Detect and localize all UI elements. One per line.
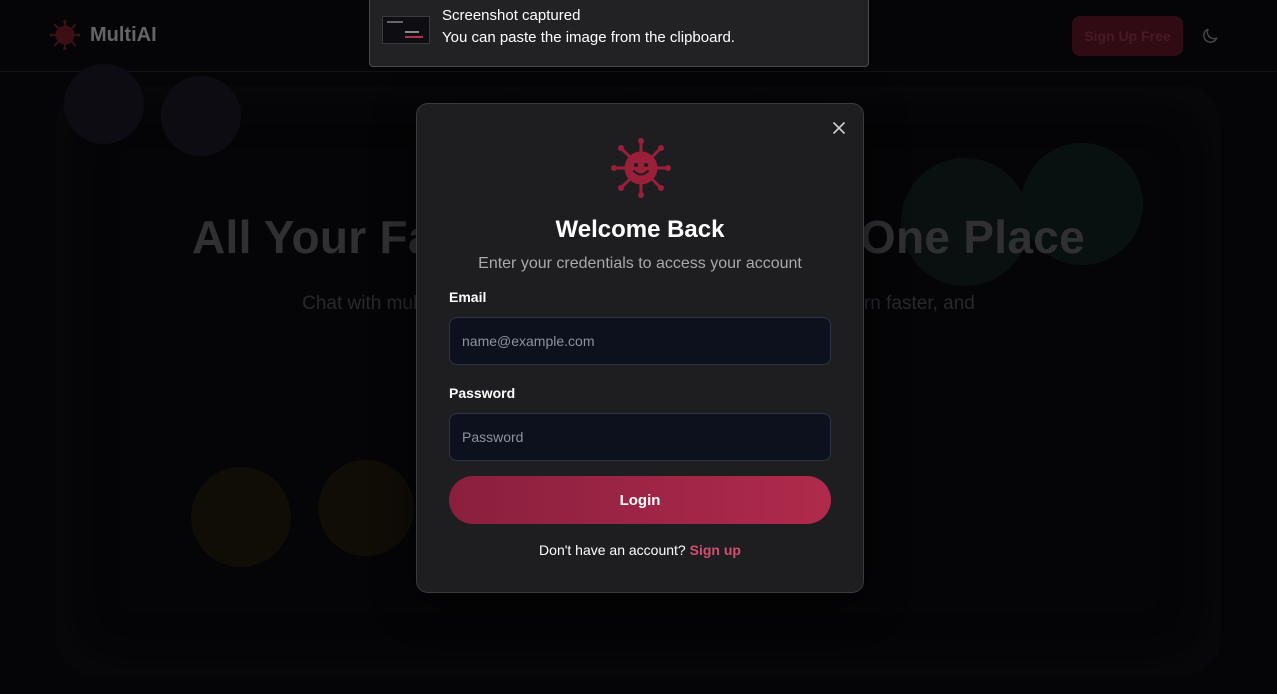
screenshot-toast[interactable]: Screenshot captured You can paste the im… [369,0,869,67]
password-field[interactable] [449,413,831,461]
close-icon [833,122,845,134]
dialog-subtitle: Enter your credentials to access your ac… [478,255,802,272]
signup-prompt: Don't have an account? Sign up [417,542,863,558]
no-account-text: Don't have an account? [539,542,686,558]
login-dialog: Welcome Back Enter your credentials to a… [416,103,864,593]
dialog-title: Welcome Back [555,216,725,243]
landing-page: MultiAI Sign Up Free All Your Favorite A… [0,0,1277,694]
sign-up-link[interactable]: Sign up [690,542,741,558]
email-field[interactable] [449,317,831,365]
toast-title: Screenshot captured [442,7,581,24]
password-label: Password [449,385,516,401]
close-button[interactable] [831,120,847,136]
virus-smiley-icon [611,138,671,198]
login-button[interactable]: Login [449,476,831,524]
toast-message: You can paste the image from the clipboa… [442,29,735,46]
email-label: Email [449,289,487,305]
screenshot-thumbnail [382,16,430,44]
